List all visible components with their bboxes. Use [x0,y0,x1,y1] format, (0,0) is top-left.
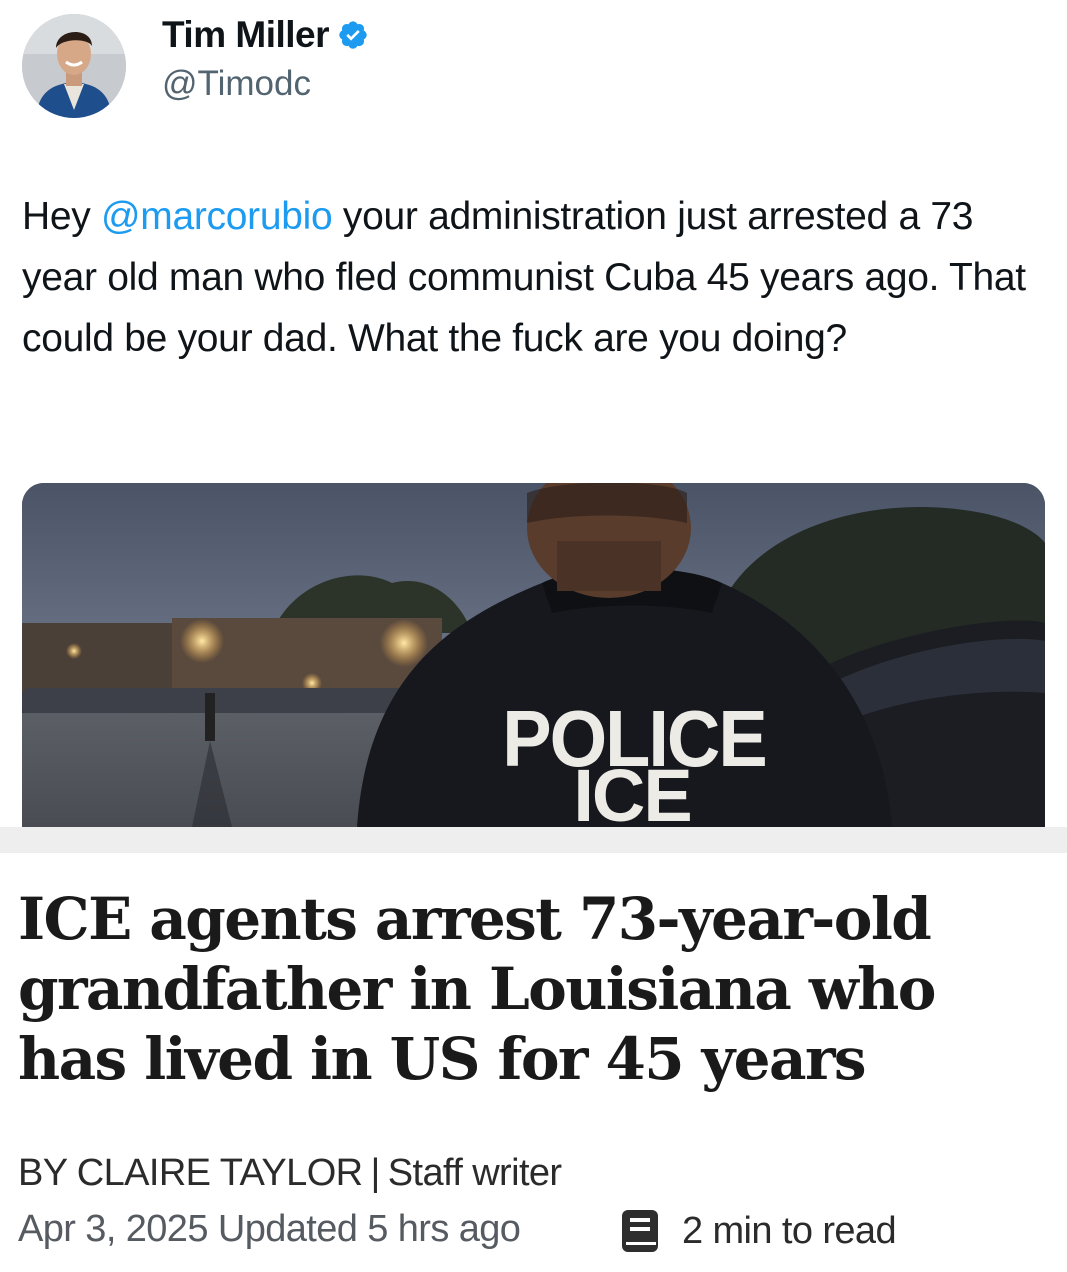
article-meta: Apr 3, 2025 Updated 5 hrs ago 2 min to r… [18,1208,1058,1254]
byline-separator: | [370,1152,381,1194]
tweet-text-lead: Hey [22,195,101,238]
patch-text-ice: ICE [573,754,690,827]
byline-role: Staff writer [387,1152,562,1194]
avatar[interactable] [22,14,126,118]
author-block: Tim Miller @Timodc [162,14,369,104]
tweet-media-image[interactable]: POLICE ICE [22,483,1045,827]
tweet-text: Hey @marcorubio your administration just… [22,186,1052,369]
verified-badge-icon [337,19,369,51]
author-name-row: Tim Miller [162,14,369,56]
article-divider [0,827,1067,853]
tweet-header: Tim Miller @Timodc [22,14,369,118]
updated-time: Updated 5 hrs ago [217,1208,521,1250]
author-name[interactable]: Tim Miller [162,14,330,56]
book-icon [620,1208,660,1254]
byline: BY CLAIRE TAYLOR | Staff writer [18,1152,562,1195]
article-headline[interactable]: ICE agents arrest 73-year-old grandfathe… [18,884,1048,1094]
author-handle[interactable]: @Timodc [162,64,369,104]
mention-link[interactable]: @marcorubio [101,195,333,238]
byline-author[interactable]: BY CLAIRE TAYLOR [18,1152,363,1195]
read-time-label: 2 min to read [682,1209,897,1252]
read-time: 2 min to read [620,1208,897,1254]
publish-date: Apr 3, 2025 [18,1208,208,1250]
